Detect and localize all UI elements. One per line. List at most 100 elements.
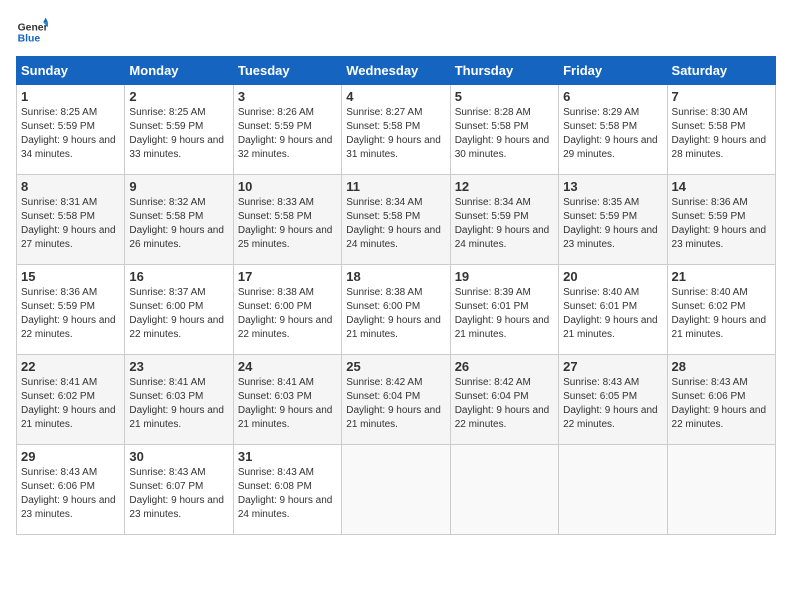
day-info: Sunrise: 8:43 AMSunset: 6:08 PMDaylight:… xyxy=(238,467,333,520)
weekday-header-tuesday: Tuesday xyxy=(233,57,341,85)
weekday-header-row: SundayMondayTuesdayWednesdayThursdayFrid… xyxy=(17,57,776,85)
calendar-day-26: 26 Sunrise: 8:42 AMSunset: 6:04 PMDaylig… xyxy=(450,355,558,445)
calendar-week-1: 1 Sunrise: 8:25 AMSunset: 5:59 PMDayligh… xyxy=(17,85,776,175)
page-header: General Blue xyxy=(16,16,776,48)
calendar-day-10: 10 Sunrise: 8:33 AMSunset: 5:58 PMDaylig… xyxy=(233,175,341,265)
day-info: Sunrise: 8:40 AMSunset: 6:02 PMDaylight:… xyxy=(672,287,767,340)
day-info: Sunrise: 8:37 AMSunset: 6:00 PMDaylight:… xyxy=(129,287,224,340)
day-number: 21 xyxy=(672,269,771,284)
calendar-day-15: 15 Sunrise: 8:36 AMSunset: 5:59 PMDaylig… xyxy=(17,265,125,355)
day-info: Sunrise: 8:31 AMSunset: 5:58 PMDaylight:… xyxy=(21,197,116,250)
day-info: Sunrise: 8:34 AMSunset: 5:59 PMDaylight:… xyxy=(455,197,550,250)
day-number: 31 xyxy=(238,449,337,464)
day-number: 13 xyxy=(563,179,662,194)
calendar-day-1: 1 Sunrise: 8:25 AMSunset: 5:59 PMDayligh… xyxy=(17,85,125,175)
svg-text:Blue: Blue xyxy=(18,34,41,45)
calendar-day-18: 18 Sunrise: 8:38 AMSunset: 6:00 PMDaylig… xyxy=(342,265,450,355)
day-info: Sunrise: 8:38 AMSunset: 6:00 PMDaylight:… xyxy=(238,287,333,340)
day-number: 22 xyxy=(21,359,120,374)
calendar-day-28: 28 Sunrise: 8:43 AMSunset: 6:06 PMDaylig… xyxy=(667,355,775,445)
calendar-body: 1 Sunrise: 8:25 AMSunset: 5:59 PMDayligh… xyxy=(17,85,776,535)
day-info: Sunrise: 8:25 AMSunset: 5:59 PMDaylight:… xyxy=(21,107,116,160)
day-info: Sunrise: 8:29 AMSunset: 5:58 PMDaylight:… xyxy=(563,107,658,160)
day-number: 18 xyxy=(346,269,445,284)
day-number: 27 xyxy=(563,359,662,374)
calendar-day-8: 8 Sunrise: 8:31 AMSunset: 5:58 PMDayligh… xyxy=(17,175,125,265)
calendar-day-27: 27 Sunrise: 8:43 AMSunset: 6:05 PMDaylig… xyxy=(559,355,667,445)
calendar-week-3: 15 Sunrise: 8:36 AMSunset: 5:59 PMDaylig… xyxy=(17,265,776,355)
day-number: 16 xyxy=(129,269,228,284)
calendar-day-3: 3 Sunrise: 8:26 AMSunset: 5:59 PMDayligh… xyxy=(233,85,341,175)
day-number: 29 xyxy=(21,449,120,464)
day-number: 10 xyxy=(238,179,337,194)
calendar-table: SundayMondayTuesdayWednesdayThursdayFrid… xyxy=(16,56,776,535)
day-info: Sunrise: 8:34 AMSunset: 5:58 PMDaylight:… xyxy=(346,197,441,250)
day-info: Sunrise: 8:39 AMSunset: 6:01 PMDaylight:… xyxy=(455,287,550,340)
day-info: Sunrise: 8:41 AMSunset: 6:03 PMDaylight:… xyxy=(129,377,224,430)
day-info: Sunrise: 8:38 AMSunset: 6:00 PMDaylight:… xyxy=(346,287,441,340)
day-number: 5 xyxy=(455,89,554,104)
day-number: 7 xyxy=(672,89,771,104)
day-number: 11 xyxy=(346,179,445,194)
calendar-day-12: 12 Sunrise: 8:34 AMSunset: 5:59 PMDaylig… xyxy=(450,175,558,265)
day-number: 23 xyxy=(129,359,228,374)
day-number: 6 xyxy=(563,89,662,104)
calendar-day-24: 24 Sunrise: 8:41 AMSunset: 6:03 PMDaylig… xyxy=(233,355,341,445)
calendar-day-31: 31 Sunrise: 8:43 AMSunset: 6:08 PMDaylig… xyxy=(233,445,341,535)
calendar-day-16: 16 Sunrise: 8:37 AMSunset: 6:00 PMDaylig… xyxy=(125,265,233,355)
calendar-day-25: 25 Sunrise: 8:42 AMSunset: 6:04 PMDaylig… xyxy=(342,355,450,445)
svg-text:General: General xyxy=(18,22,48,33)
calendar-day-29: 29 Sunrise: 8:43 AMSunset: 6:06 PMDaylig… xyxy=(17,445,125,535)
day-info: Sunrise: 8:43 AMSunset: 6:06 PMDaylight:… xyxy=(21,467,116,520)
day-info: Sunrise: 8:40 AMSunset: 6:01 PMDaylight:… xyxy=(563,287,658,340)
weekday-header-monday: Monday xyxy=(125,57,233,85)
day-number: 19 xyxy=(455,269,554,284)
day-number: 4 xyxy=(346,89,445,104)
day-number: 30 xyxy=(129,449,228,464)
day-number: 2 xyxy=(129,89,228,104)
calendar-day-11: 11 Sunrise: 8:34 AMSunset: 5:58 PMDaylig… xyxy=(342,175,450,265)
day-info: Sunrise: 8:26 AMSunset: 5:59 PMDaylight:… xyxy=(238,107,333,160)
calendar-day-4: 4 Sunrise: 8:27 AMSunset: 5:58 PMDayligh… xyxy=(342,85,450,175)
day-info: Sunrise: 8:42 AMSunset: 6:04 PMDaylight:… xyxy=(455,377,550,430)
day-info: Sunrise: 8:43 AMSunset: 6:07 PMDaylight:… xyxy=(129,467,224,520)
calendar-day-19: 19 Sunrise: 8:39 AMSunset: 6:01 PMDaylig… xyxy=(450,265,558,355)
calendar-header: SundayMondayTuesdayWednesdayThursdayFrid… xyxy=(17,57,776,85)
calendar-day-30: 30 Sunrise: 8:43 AMSunset: 6:07 PMDaylig… xyxy=(125,445,233,535)
calendar-day-17: 17 Sunrise: 8:38 AMSunset: 6:00 PMDaylig… xyxy=(233,265,341,355)
calendar-day-21: 21 Sunrise: 8:40 AMSunset: 6:02 PMDaylig… xyxy=(667,265,775,355)
calendar-day-empty xyxy=(667,445,775,535)
calendar-day-9: 9 Sunrise: 8:32 AMSunset: 5:58 PMDayligh… xyxy=(125,175,233,265)
day-info: Sunrise: 8:33 AMSunset: 5:58 PMDaylight:… xyxy=(238,197,333,250)
day-info: Sunrise: 8:36 AMSunset: 5:59 PMDaylight:… xyxy=(21,287,116,340)
day-info: Sunrise: 8:41 AMSunset: 6:03 PMDaylight:… xyxy=(238,377,333,430)
weekday-header-sunday: Sunday xyxy=(17,57,125,85)
logo-icon: General Blue xyxy=(16,16,48,48)
weekday-header-friday: Friday xyxy=(559,57,667,85)
day-info: Sunrise: 8:28 AMSunset: 5:58 PMDaylight:… xyxy=(455,107,550,160)
day-number: 3 xyxy=(238,89,337,104)
day-info: Sunrise: 8:30 AMSunset: 5:58 PMDaylight:… xyxy=(672,107,767,160)
calendar-day-20: 20 Sunrise: 8:40 AMSunset: 6:01 PMDaylig… xyxy=(559,265,667,355)
calendar-week-4: 22 Sunrise: 8:41 AMSunset: 6:02 PMDaylig… xyxy=(17,355,776,445)
calendar-week-5: 29 Sunrise: 8:43 AMSunset: 6:06 PMDaylig… xyxy=(17,445,776,535)
calendar-day-empty xyxy=(559,445,667,535)
calendar-day-empty xyxy=(450,445,558,535)
day-number: 8 xyxy=(21,179,120,194)
day-number: 1 xyxy=(21,89,120,104)
day-number: 25 xyxy=(346,359,445,374)
day-info: Sunrise: 8:25 AMSunset: 5:59 PMDaylight:… xyxy=(129,107,224,160)
day-number: 15 xyxy=(21,269,120,284)
day-info: Sunrise: 8:43 AMSunset: 6:06 PMDaylight:… xyxy=(672,377,767,430)
day-number: 17 xyxy=(238,269,337,284)
day-number: 28 xyxy=(672,359,771,374)
calendar-day-13: 13 Sunrise: 8:35 AMSunset: 5:59 PMDaylig… xyxy=(559,175,667,265)
weekday-header-saturday: Saturday xyxy=(667,57,775,85)
calendar-day-7: 7 Sunrise: 8:30 AMSunset: 5:58 PMDayligh… xyxy=(667,85,775,175)
day-number: 20 xyxy=(563,269,662,284)
day-number: 9 xyxy=(129,179,228,194)
calendar-week-2: 8 Sunrise: 8:31 AMSunset: 5:58 PMDayligh… xyxy=(17,175,776,265)
logo: General Blue xyxy=(16,16,48,48)
calendar-day-22: 22 Sunrise: 8:41 AMSunset: 6:02 PMDaylig… xyxy=(17,355,125,445)
day-number: 14 xyxy=(672,179,771,194)
